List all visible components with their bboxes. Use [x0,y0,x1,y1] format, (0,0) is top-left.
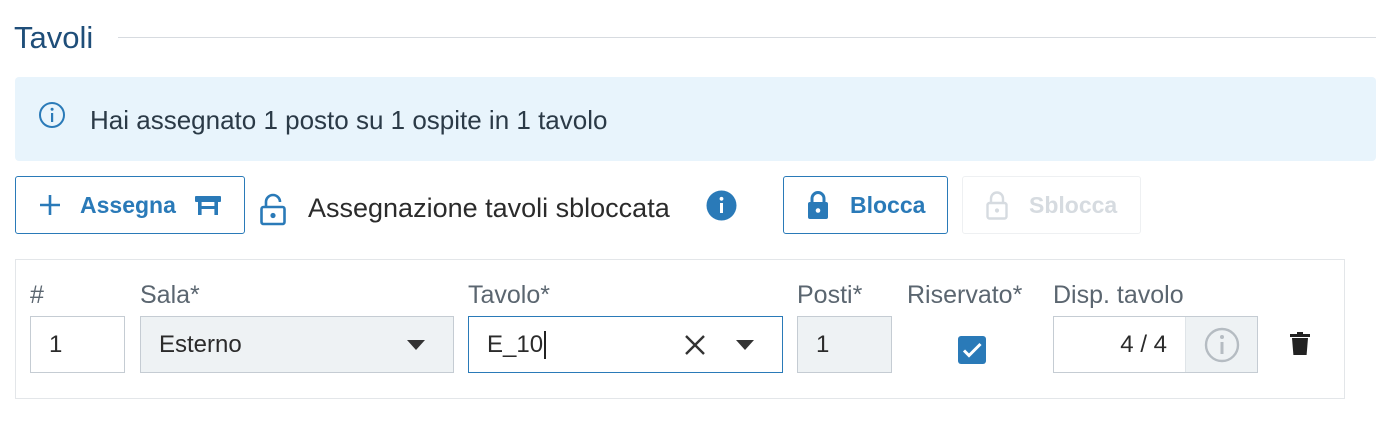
unlock-button-label: Sblocca [1029,191,1118,218]
header-availability: Disp. tavolo [1053,281,1184,309]
assign-button-label: Assegna [80,191,176,218]
seats-value: 1 [816,330,830,358]
info-filled-icon[interactable] [706,190,737,221]
assign-button[interactable]: Assegna [15,176,245,234]
info-icon [37,100,67,130]
seats-input[interactable]: 1 [797,316,892,373]
clear-icon[interactable] [684,334,706,356]
unlocked-icon [259,193,287,227]
lock-disabled-icon [985,190,1009,220]
header-index: # [30,281,44,309]
lock-button[interactable]: Blocca [783,176,948,234]
header-reserved: Riservato* [907,281,1023,309]
room-value: Esterno [159,330,242,358]
index-value: 1 [49,330,63,358]
plus-icon [38,193,62,217]
dropdown-arrow-icon[interactable] [736,339,754,350]
info-outline-icon[interactable] [1185,317,1257,372]
header-room: Sala* [140,281,200,309]
section-title: Tavoli [14,20,94,55]
info-message: Hai assegnato 1 posto su 1 ospite in 1 t… [90,105,608,135]
lock-status-text: Assegnazione tavoli sbloccata [308,193,670,223]
text-cursor [544,330,546,359]
table-icon [194,193,222,217]
lock-icon [806,190,830,220]
table-value: E_10 [487,330,544,358]
unlock-button[interactable]: Sblocca [962,176,1141,234]
availability-value: 4 / 4 [1120,330,1167,358]
dropdown-arrow-icon [407,339,425,350]
checkbox-checked-icon [958,336,986,364]
section-divider [118,37,1376,38]
room-select[interactable]: Esterno [140,316,454,373]
table-select[interactable]: E_10 [468,316,783,373]
header-table: Tavolo* [468,281,550,309]
lock-button-label: Blocca [850,191,926,218]
availability-field: 4 / 4 [1053,316,1258,373]
index-input[interactable]: 1 [30,316,125,373]
reserved-checkbox[interactable] [958,336,986,364]
trash-icon[interactable] [1290,332,1310,356]
header-seats: Posti* [797,281,863,309]
